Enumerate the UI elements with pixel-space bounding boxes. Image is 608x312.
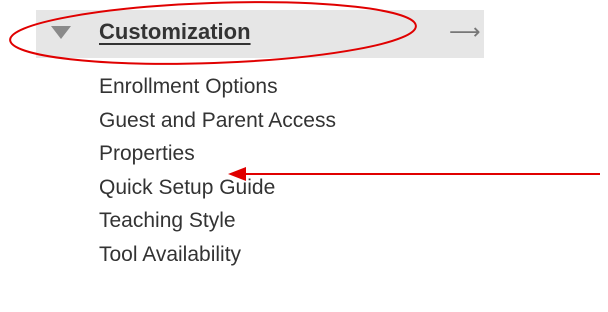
customization-menu: Enrollment Options Guest and Parent Acce… — [99, 70, 336, 271]
menu-item-tool-availability[interactable]: Tool Availability — [99, 238, 336, 272]
menu-item-guest-and-parent-access[interactable]: Guest and Parent Access — [99, 104, 336, 138]
menu-item-enrollment-options[interactable]: Enrollment Options — [99, 70, 336, 104]
arrow-right-icon[interactable]: ⟶ — [449, 18, 481, 46]
menu-item-quick-setup-guide[interactable]: Quick Setup Guide — [99, 171, 336, 205]
menu-item-teaching-style[interactable]: Teaching Style — [99, 204, 336, 238]
menu-item-properties[interactable]: Properties — [99, 137, 336, 171]
triangle-down-icon[interactable] — [48, 22, 74, 44]
section-title-customization[interactable]: Customization — [99, 17, 251, 47]
